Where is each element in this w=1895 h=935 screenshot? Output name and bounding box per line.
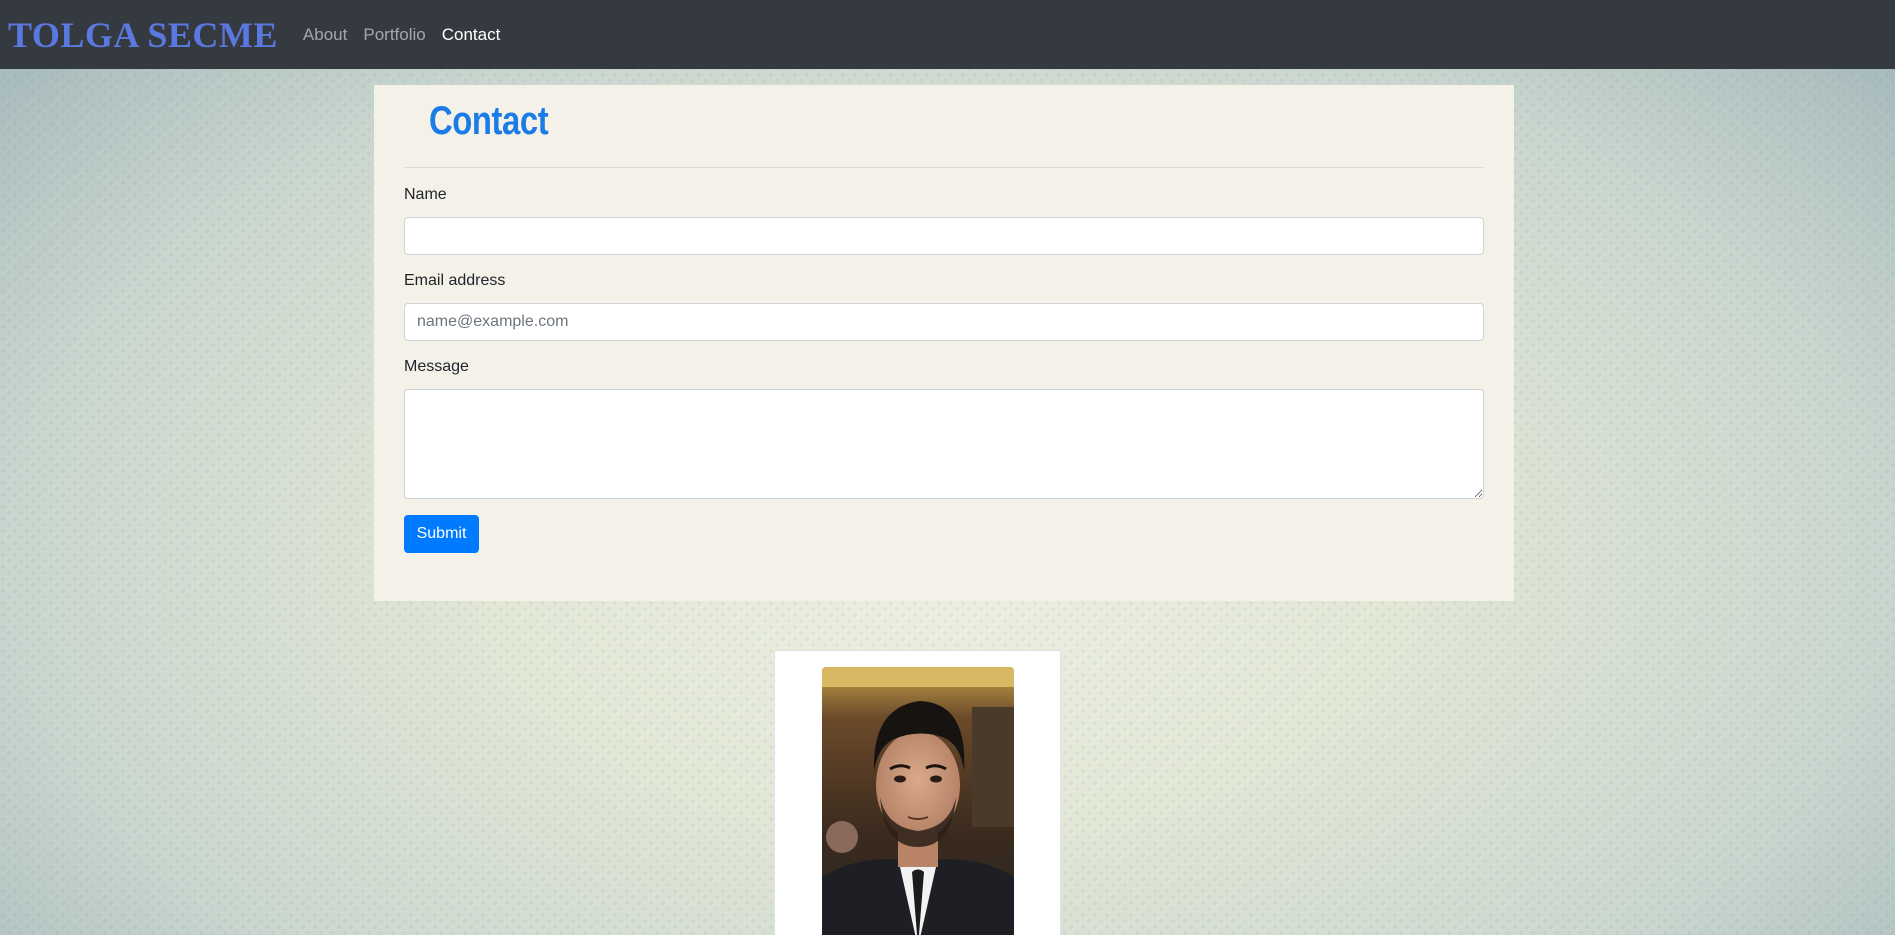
nav-link-portfolio[interactable]: Portfolio	[363, 25, 425, 45]
message-label: Message	[404, 358, 469, 375]
name-label: Name	[404, 186, 447, 203]
title-divider	[404, 167, 1484, 168]
top-navbar: TOLGA SECME About Portfolio Contact	[0, 0, 1895, 69]
profile-photo	[822, 667, 1014, 935]
email-field[interactable]	[404, 303, 1484, 341]
page-title: Contact	[429, 99, 549, 143]
brand-logo[interactable]: TOLGA SECME	[8, 17, 278, 53]
email-label: Email address	[404, 272, 506, 289]
nav-link-contact[interactable]: Contact	[442, 25, 501, 45]
name-field[interactable]	[404, 217, 1484, 255]
profile-photo-card	[774, 650, 1061, 935]
nav-link-about[interactable]: About	[303, 25, 347, 45]
message-textarea[interactable]	[404, 389, 1484, 499]
submit-button[interactable]: Submit	[404, 515, 479, 553]
contact-card: Contact Name Email address Message Submi…	[374, 85, 1514, 601]
